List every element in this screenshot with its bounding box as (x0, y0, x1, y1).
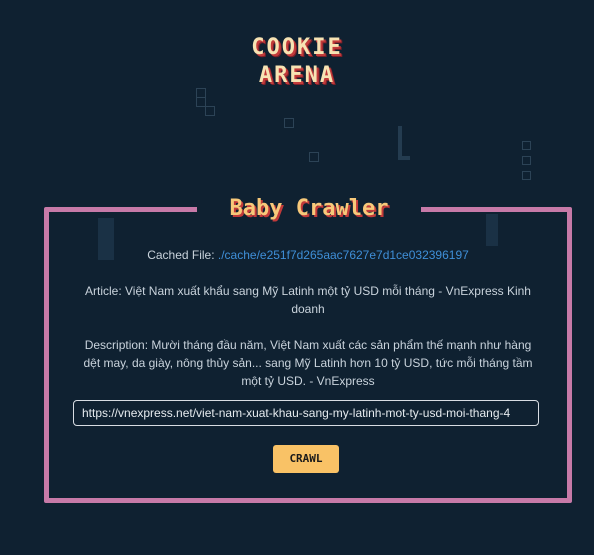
deco-square (309, 152, 319, 162)
crawler-card: Baby Crawler Cached File: ./cache/e251f7… (44, 193, 572, 503)
cached-file-label: Cached File: (147, 248, 218, 262)
page: COOKIE ARENA Baby Crawler Cached File: .… (0, 0, 594, 555)
deco-square (522, 156, 531, 165)
deco-square (284, 118, 294, 128)
card-title-wrap: Baby Crawler (197, 193, 421, 225)
deco-square (522, 141, 531, 150)
cached-file-link[interactable]: ./cache/e251f7d265aac7627e7d1ce032396197 (218, 248, 469, 262)
cached-file-row: Cached File: ./cache/e251f7d265aac7627e7… (49, 246, 567, 264)
deco-square (205, 106, 215, 116)
deco-line (398, 156, 410, 160)
description-row: Description: Mười tháng đầu năm, Việt Na… (49, 336, 567, 390)
article-text: Article: Việt Nam xuất khẩu sang Mỹ Lati… (85, 284, 531, 316)
crawl-button[interactable]: CRAWL (273, 445, 339, 473)
card-body: Cached File: ./cache/e251f7d265aac7627e7… (49, 246, 567, 408)
deco-square (522, 171, 531, 180)
logo-line-1: COOKIE (251, 35, 343, 60)
cookie-arena-logo: COOKIE ARENA (0, 34, 594, 90)
logo-line-2: ARENA (258, 63, 336, 88)
card-title: Baby Crawler (229, 196, 389, 221)
deco-line (398, 126, 402, 158)
description-text: Description: Mười tháng đầu năm, Việt Na… (83, 338, 533, 388)
article-row: Article: Việt Nam xuất khẩu sang Mỹ Lati… (49, 282, 567, 318)
url-input[interactable] (73, 400, 539, 426)
